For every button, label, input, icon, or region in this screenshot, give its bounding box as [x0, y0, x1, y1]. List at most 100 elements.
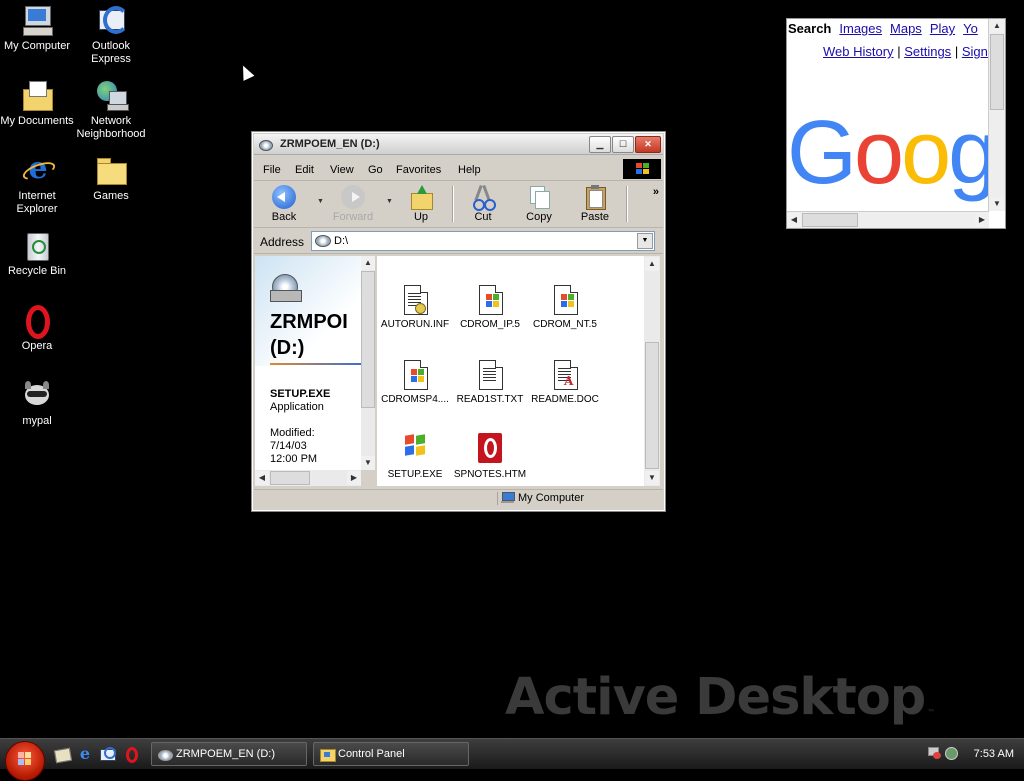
desktop-icon-my-computer[interactable]: My Computer	[0, 2, 74, 53]
scroll-left-arrow-icon[interactable]: ◀	[787, 213, 801, 227]
show-desktop-icon[interactable]	[53, 746, 73, 764]
forward-dropdown-icon[interactable]: ▼	[386, 198, 393, 205]
windows-logo-icon	[623, 159, 661, 179]
google-nav-search[interactable]: Search	[788, 21, 831, 36]
selected-file-type: Application	[270, 401, 324, 413]
google-nav-images[interactable]: Images	[839, 21, 882, 36]
file-item[interactable]: CDROM_NT.5	[527, 283, 603, 330]
computer-icon	[501, 492, 515, 503]
horizontal-scrollbar[interactable]: ◀ ▶	[787, 211, 989, 228]
file-item[interactable]: CDROM_IP.5	[452, 283, 528, 330]
inf-file-icon	[399, 283, 431, 315]
menu-edit[interactable]: Edit	[295, 164, 314, 176]
file-list-vertical-scrollbar[interactable]: ▲ ▼	[644, 256, 660, 486]
file-list[interactable]: AUTORUN.INF CDROM_IP.5 CDROM_NT.5 CDROMS…	[377, 256, 644, 486]
menu-go[interactable]: Go	[368, 164, 383, 176]
google-logo-letter: G	[787, 103, 857, 203]
forward-button[interactable]: Forward	[327, 185, 379, 223]
desktop-icon-opera[interactable]: Opera	[0, 302, 74, 353]
start-button[interactable]	[5, 741, 45, 781]
scroll-right-arrow-icon[interactable]: ▶	[347, 471, 361, 485]
cut-button[interactable]: Cut	[457, 184, 509, 223]
scroll-thumb[interactable]	[645, 342, 659, 469]
scroll-right-arrow-icon[interactable]: ▶	[975, 213, 989, 227]
desktop-icon-label: Opera	[21, 340, 53, 352]
vertical-scrollbar[interactable]: ▲ ▼	[988, 19, 1005, 211]
google-nav-play[interactable]: Play	[930, 21, 955, 36]
scroll-thumb[interactable]	[361, 271, 375, 408]
scissors-icon	[471, 184, 496, 211]
scroll-down-arrow-icon[interactable]: ▼	[361, 456, 375, 470]
close-button[interactable]: ✕	[635, 136, 661, 153]
recycle-bin-icon	[21, 229, 53, 261]
file-item[interactable]: SPNOTES.HTM	[452, 433, 528, 480]
paste-button[interactable]: Paste	[569, 185, 621, 223]
scroll-down-arrow-icon[interactable]: ▼	[990, 197, 1004, 211]
file-item[interactable]: SETUP.EXE	[377, 433, 453, 480]
google-nav-maps[interactable]: Maps	[890, 21, 922, 36]
menu-view[interactable]: View	[330, 164, 354, 176]
scroll-left-arrow-icon[interactable]: ◀	[255, 471, 269, 485]
desktop-icon-label: Recycle Bin	[7, 265, 67, 277]
minimize-button[interactable]: ▁	[589, 136, 611, 153]
copy-button[interactable]: Copy	[513, 185, 565, 223]
desktop-icon-network[interactable]: Network Neighborhood	[74, 77, 148, 141]
tray-utility-icon[interactable]	[944, 746, 958, 760]
file-item[interactable]: READ1ST.TXT	[452, 358, 528, 405]
internet-explorer-icon[interactable]: e	[77, 746, 93, 762]
desktop-icon-outlook-express[interactable]: Outlook Express	[74, 2, 148, 66]
toolbar-more-chevron[interactable]: »	[653, 186, 659, 198]
scroll-thumb[interactable]	[802, 213, 858, 227]
outlook-express-icon[interactable]	[99, 746, 116, 762]
windows-file-icon	[549, 283, 581, 315]
scroll-thumb[interactable]	[990, 34, 1004, 110]
clock[interactable]: 7:53 AM	[974, 748, 1014, 760]
google-widget[interactable]: Search Images Maps Play Yo Web History | Set…	[786, 18, 1006, 229]
desktop-icon-mypal[interactable]: mypal	[0, 377, 74, 428]
google-sign-in-link[interactable]: Sign	[962, 44, 988, 59]
file-name: SPNOTES.HTM	[453, 469, 527, 480]
taskbar-button-control-panel[interactable]: Control Panel	[313, 742, 469, 766]
desktop-icon-recycle-bin[interactable]: Recycle Bin	[0, 227, 74, 278]
outlook-express-icon	[95, 4, 129, 36]
scroll-thumb[interactable]	[270, 471, 310, 485]
documents-folder-icon	[21, 79, 53, 111]
desktop-icon-games[interactable]: Games	[74, 152, 148, 203]
menu-favorites[interactable]: Favorites	[396, 164, 441, 176]
menu-file[interactable]: File	[263, 164, 281, 176]
scroll-up-arrow-icon[interactable]: ▲	[990, 19, 1004, 33]
windows-file-icon	[474, 283, 506, 315]
info-pane-horizontal-scrollbar[interactable]: ◀ ▶	[255, 470, 361, 486]
desktop-icon-label: Games	[93, 190, 129, 202]
desktop-icon-internet-explorer[interactable]: e Internet Explorer	[0, 152, 74, 216]
address-input[interactable]: D:\ ▼	[311, 231, 655, 251]
system-tray: 7:53 AM	[928, 741, 1024, 767]
network-status-icon[interactable]	[928, 747, 942, 759]
file-name: CDROM_NT.5	[533, 319, 597, 330]
address-dropdown-icon[interactable]: ▼	[637, 233, 653, 249]
desktop-icon-my-documents[interactable]: My Documents	[0, 77, 74, 128]
scroll-up-arrow-icon[interactable]: ▲	[645, 257, 659, 271]
copy-icon	[527, 185, 551, 209]
file-item[interactable]: CDROMSP4....	[377, 358, 453, 405]
maximize-button[interactable]: ☐	[612, 136, 634, 153]
file-item[interactable]: AUTORUN.INF	[377, 283, 453, 330]
menu-help[interactable]: Help	[458, 164, 481, 176]
google-web-history-link[interactable]: Web History	[823, 44, 894, 59]
back-dropdown-icon[interactable]: ▼	[317, 198, 324, 205]
scroll-up-arrow-icon[interactable]: ▲	[361, 256, 375, 270]
explorer-window[interactable]: ZRMPOEM_EN (D:) ▁ ☐ ✕ File Edit View Go …	[251, 131, 666, 512]
address-value: D:\	[334, 235, 349, 247]
separator: |	[954, 44, 959, 59]
back-button[interactable]: Back	[258, 185, 310, 223]
opera-icon[interactable]	[123, 746, 139, 763]
up-button[interactable]: Up	[395, 185, 447, 223]
title-bar[interactable]: ZRMPOEM_EN (D:) ▁ ☐ ✕	[254, 134, 663, 155]
info-pane-vertical-scrollbar[interactable]: ▲ ▼	[361, 256, 375, 470]
trademark-mark: ™	[927, 708, 935, 717]
google-nav-youtube[interactable]: Yo	[963, 21, 978, 36]
scroll-down-arrow-icon[interactable]: ▼	[645, 471, 659, 485]
google-settings-link[interactable]: Settings	[904, 44, 951, 59]
taskbar-button-explorer[interactable]: ZRMPOEM_EN (D:)	[151, 742, 307, 766]
file-item[interactable]: A README.DOC	[527, 358, 603, 405]
